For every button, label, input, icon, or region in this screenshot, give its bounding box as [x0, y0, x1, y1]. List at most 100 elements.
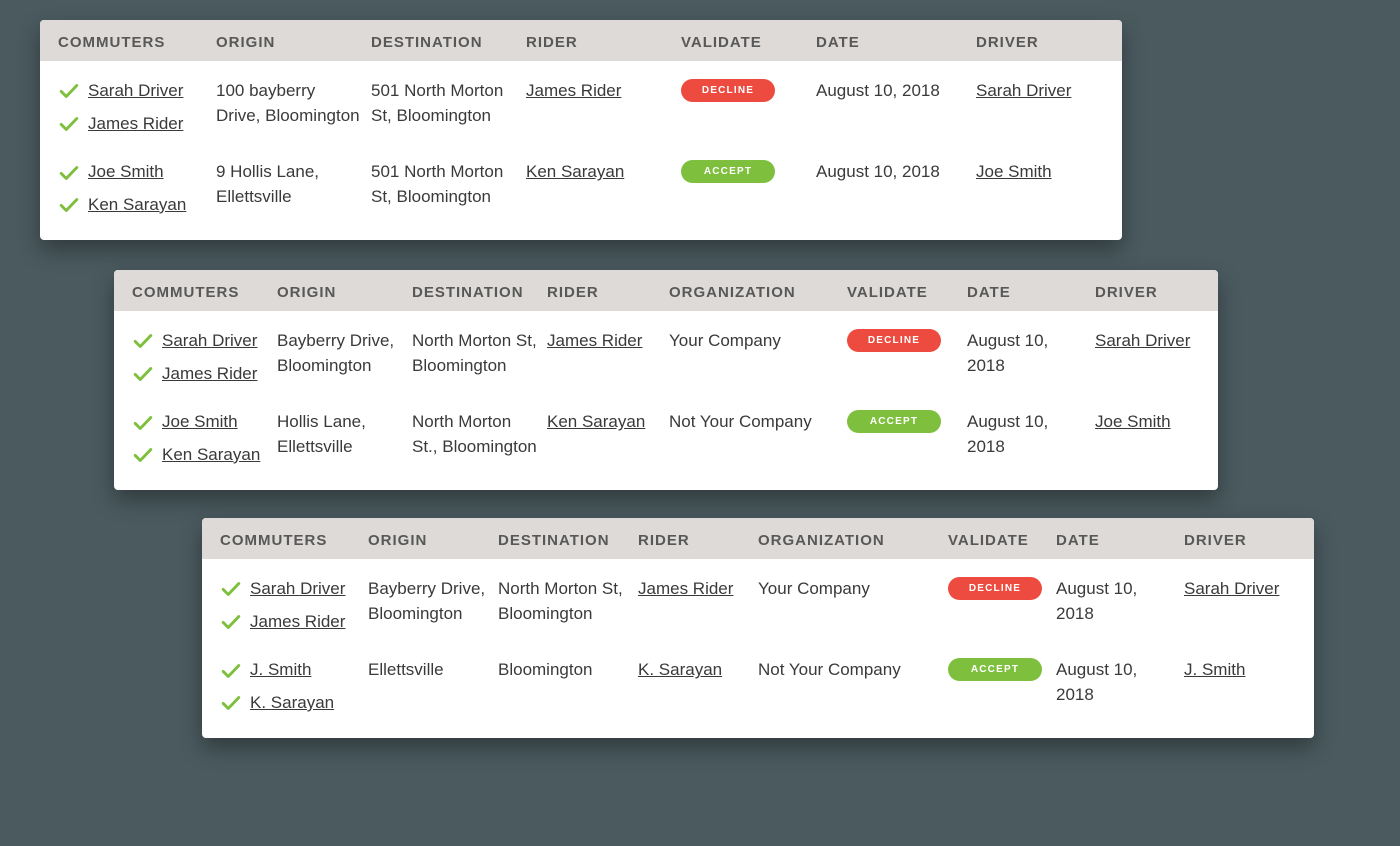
trip-table-card-2: COMMUTERS ORIGIN DESTINATION RIDER ORGAN… [114, 270, 1218, 490]
commuter-item: Sarah Driver [220, 577, 358, 602]
decline-button[interactable]: DECLINE [948, 577, 1042, 600]
col-driver: DRIVER [976, 34, 1116, 51]
col-date: DATE [967, 284, 1095, 301]
table-header: COMMUTERS ORIGIN DESTINATION RIDER VALID… [40, 20, 1122, 61]
col-origin: ORIGIN [277, 284, 412, 301]
commuter-link[interactable]: James Rider [88, 112, 183, 137]
commuter-link[interactable]: K. Sarayan [250, 691, 334, 716]
accept-button[interactable]: ACCEPT [948, 658, 1042, 681]
col-validate: VALIDATE [948, 532, 1056, 549]
commuter-item: Joe Smith [58, 160, 206, 185]
table-body: Sarah Driver James Rider 100 bayberry Driv… [40, 61, 1122, 240]
check-icon [220, 660, 242, 682]
col-destination: DESTINATION [412, 284, 547, 301]
organization-cell: Your Company [669, 329, 847, 354]
check-icon [220, 692, 242, 714]
destination-cell: 501 North Morton St, Bloomington [371, 79, 526, 128]
col-destination: DESTINATION [371, 34, 526, 51]
commuter-link[interactable]: Sarah Driver [250, 577, 345, 602]
check-icon [132, 330, 154, 352]
commuter-item: James Rider [132, 362, 267, 387]
rider-link[interactable]: James Rider [547, 331, 642, 350]
rider-link[interactable]: Ken Sarayan [547, 412, 645, 431]
check-icon [58, 113, 80, 135]
table-row: J. Smith K. Sarayan EllettsvilleBloomingto… [202, 640, 1314, 721]
commuter-item: Sarah Driver [58, 79, 206, 104]
destination-cell: North Morton St., Bloomington [412, 410, 547, 459]
commuter-link[interactable]: Joe Smith [88, 160, 164, 185]
decline-button[interactable]: DECLINE [681, 79, 775, 102]
commuter-item: Sarah Driver [132, 329, 267, 354]
driver-link[interactable]: Sarah Driver [1184, 579, 1279, 598]
table-body: Sarah Driver James Rider Bayberry Drive, B… [202, 559, 1314, 738]
col-driver: DRIVER [1095, 284, 1215, 301]
commuter-item: K. Sarayan [220, 691, 358, 716]
col-rider: RIDER [526, 34, 681, 51]
commuter-link[interactable]: Sarah Driver [88, 79, 183, 104]
col-origin: ORIGIN [216, 34, 371, 51]
date-cell: August 10, 2018 [967, 329, 1095, 378]
driver-link[interactable]: Joe Smith [976, 162, 1052, 181]
commuter-item: Ken Sarayan [58, 193, 206, 218]
col-date: DATE [1056, 532, 1184, 549]
organization-cell: Not Your Company [758, 658, 948, 683]
driver-link[interactable]: Joe Smith [1095, 412, 1171, 431]
col-validate: VALIDATE [681, 34, 816, 51]
organization-cell: Not Your Company [669, 410, 847, 435]
commuter-link[interactable]: Ken Sarayan [88, 193, 186, 218]
rider-link[interactable]: James Rider [526, 81, 621, 100]
commuter-item: James Rider [58, 112, 206, 137]
organization-cell: Your Company [758, 577, 948, 602]
date-cell: August 10, 2018 [816, 79, 976, 104]
col-validate: VALIDATE [847, 284, 967, 301]
col-driver: DRIVER [1184, 532, 1294, 549]
date-cell: August 10, 2018 [1056, 658, 1184, 707]
commuter-item: James Rider [220, 610, 358, 635]
commuter-item: Joe Smith [132, 410, 267, 435]
check-icon [132, 363, 154, 385]
date-cell: August 10, 2018 [1056, 577, 1184, 626]
table-row: Joe SmithKen Sarayan9 Hollis Lane, Ellet… [40, 142, 1122, 223]
check-icon [220, 611, 242, 633]
table-row: Sarah DriverJames RiderBayberry Drive, B… [114, 311, 1218, 392]
accept-button[interactable]: ACCEPT [681, 160, 775, 183]
commuter-link[interactable]: Ken Sarayan [162, 443, 260, 468]
col-date: DATE [816, 34, 976, 51]
col-rider: RIDER [547, 284, 669, 301]
col-origin: ORIGIN [368, 532, 498, 549]
driver-link[interactable]: Sarah Driver [976, 81, 1071, 100]
date-cell: August 10, 2018 [967, 410, 1095, 459]
col-commuters: COMMUTERS [58, 34, 216, 51]
commuter-link[interactable]: Joe Smith [162, 410, 238, 435]
col-organization: ORGANIZATION [669, 284, 847, 301]
commuter-link[interactable]: Sarah Driver [162, 329, 257, 354]
check-icon [220, 578, 242, 600]
destination-cell: 501 North Morton St, Bloomington [371, 160, 526, 209]
decline-button[interactable]: DECLINE [847, 329, 941, 352]
destination-cell: Bloomington [498, 658, 638, 683]
check-icon [132, 444, 154, 466]
driver-link[interactable]: Sarah Driver [1095, 331, 1190, 350]
commuter-link[interactable]: James Rider [162, 362, 257, 387]
origin-cell: Bayberry Drive, Bloomington [368, 577, 498, 626]
col-rider: RIDER [638, 532, 758, 549]
commuter-item: Ken Sarayan [132, 443, 267, 468]
rider-link[interactable]: Ken Sarayan [526, 162, 624, 181]
origin-cell: Ellettsville [368, 658, 498, 683]
commuter-link[interactable]: James Rider [250, 610, 345, 635]
rider-link[interactable]: K. Sarayan [638, 660, 722, 679]
driver-link[interactable]: J. Smith [1184, 660, 1245, 679]
accept-button[interactable]: ACCEPT [847, 410, 941, 433]
check-icon [58, 80, 80, 102]
trip-table-card-1: COMMUTERS ORIGIN DESTINATION RIDER VALID… [40, 20, 1122, 240]
commuter-item: J. Smith [220, 658, 358, 683]
col-commuters: COMMUTERS [132, 284, 277, 301]
check-icon [58, 194, 80, 216]
col-organization: ORGANIZATION [758, 532, 948, 549]
table-header: COMMUTERS ORIGIN DESTINATION RIDER ORGAN… [202, 518, 1314, 559]
commuter-link[interactable]: J. Smith [250, 658, 311, 683]
table-row: Sarah Driver James Rider 100 bayberry Driv… [40, 61, 1122, 142]
origin-cell: 100 bayberry Drive, Bloomington [216, 79, 371, 128]
rider-link[interactable]: James Rider [638, 579, 733, 598]
origin-cell: Hollis Lane, Ellettsville [277, 410, 412, 459]
